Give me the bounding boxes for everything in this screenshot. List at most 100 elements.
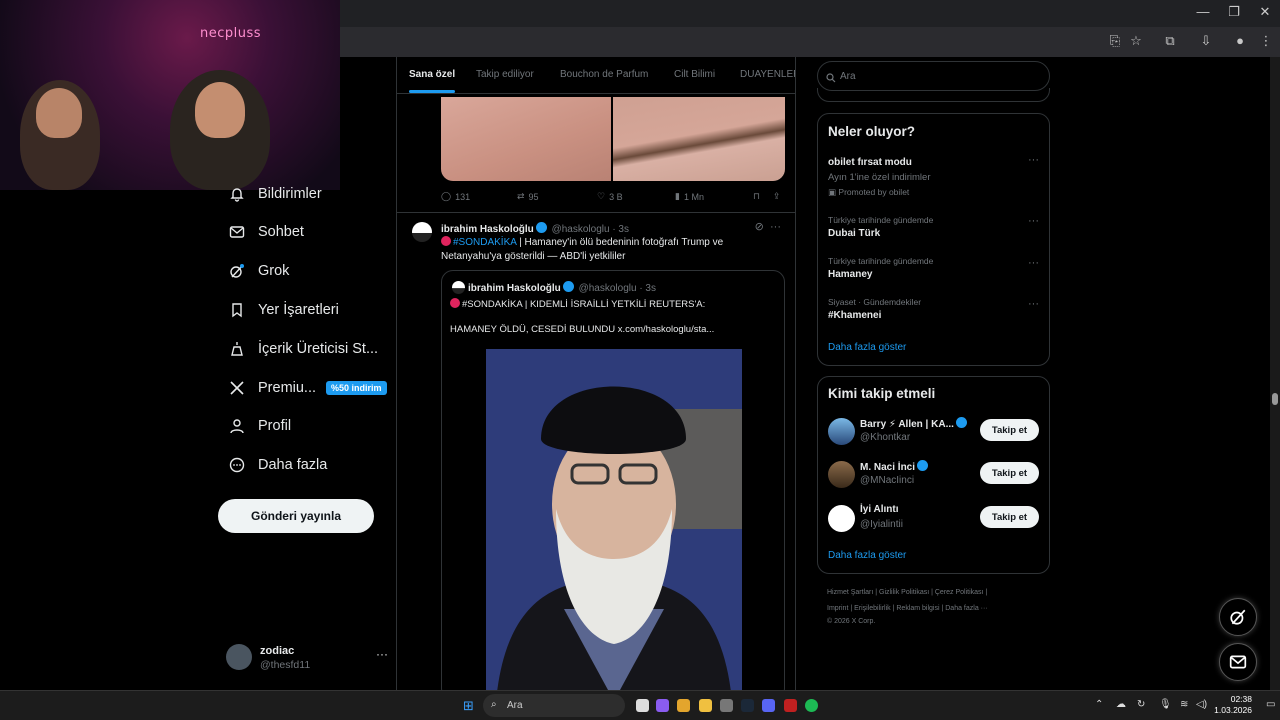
trend-name[interactable]: obilet fırsat modu — [828, 157, 912, 168]
portrait-illustration — [486, 349, 742, 690]
repost-button[interactable]: ⇄ 95 — [517, 191, 539, 202]
close-window-button[interactable]: ✕ — [1250, 4, 1280, 20]
share-icon[interactable]: ⇪ — [773, 191, 781, 202]
restore-button[interactable]: ❐ — [1219, 4, 1249, 20]
tray-chevron-icon[interactable]: ⌃ — [1095, 699, 1103, 710]
windows-start-icon[interactable]: ⊞ — [463, 698, 474, 714]
who-show-more[interactable]: Daha fazla göster — [828, 550, 906, 561]
quote-header: ibrahim Haskoloğlu @haskologlu · 3s — [468, 281, 656, 294]
downloads-icon[interactable]: ⇩ — [1198, 33, 1214, 49]
tab-for-you[interactable]: Sana özel — [409, 69, 455, 80]
minimize-button[interactable]: — — [1188, 4, 1218, 19]
who-name[interactable]: Barry ⚡ Allen | KA... — [860, 417, 969, 430]
follow-button[interactable]: Takip et — [980, 506, 1039, 528]
quote-photo[interactable] — [486, 349, 742, 690]
post-image-2[interactable] — [613, 97, 785, 181]
avatar[interactable] — [828, 461, 855, 488]
nav-bookmarks[interactable]: Yer İşaretleri — [228, 297, 339, 323]
copilot-icon[interactable] — [656, 699, 669, 712]
quoted-tweet[interactable]: ibrahim Haskoloğlu @haskologlu · 3s #SON… — [441, 270, 785, 690]
volume-icon[interactable]: ◁) — [1196, 699, 1207, 710]
trend-name[interactable]: Dubai Türk — [828, 228, 880, 239]
like-button[interactable]: ♡ 3 B — [597, 191, 623, 202]
who-name[interactable]: İyi Alıntı — [860, 504, 899, 515]
trend-name[interactable]: #Khamenei — [828, 310, 881, 321]
avatar[interactable] — [412, 222, 432, 242]
tab-following[interactable]: Takip ediliyor — [476, 69, 534, 80]
footer-links-1[interactable]: Hizmet Şartları | Gizlilik Politikası | … — [827, 585, 1047, 601]
system-clock[interactable]: 02:38 1.03.2026 — [1214, 694, 1252, 716]
views-button[interactable]: ▮ 1 Mn — [675, 191, 704, 202]
tray-sync-icon[interactable]: ↻ — [1137, 699, 1145, 710]
spotify-icon[interactable] — [805, 699, 818, 712]
grok-fab-button[interactable] — [1219, 598, 1257, 636]
discord-icon[interactable] — [762, 699, 775, 712]
promoted-label: Promoted by obilet — [838, 187, 910, 197]
chrome-icon[interactable] — [677, 699, 690, 712]
account-more-icon[interactable]: ··· — [376, 647, 388, 661]
account-switcher[interactable]: zodiac @thesfd11 ··· — [226, 643, 388, 673]
browser-menu-icon[interactable]: ⋮ — [1258, 33, 1274, 49]
hashtag-link[interactable]: #SONDAKİKA — [453, 237, 516, 248]
tab-duayenler[interactable]: DUAYENLER — [740, 69, 795, 80]
nav-label: Yer İşaretleri — [258, 302, 339, 318]
nav-profile[interactable]: Profil — [228, 413, 291, 439]
page-scrollbar[interactable] — [1270, 57, 1280, 690]
tab-cilt-bilimi[interactable]: Cilt Bilimi — [674, 69, 715, 80]
nav-premium[interactable]: Premiu... %50 indirim — [228, 375, 387, 401]
nav-notifications[interactable]: Bildirimler — [228, 181, 322, 207]
verified-badge-icon — [562, 281, 574, 292]
bookmark-icon — [228, 301, 246, 319]
nav-more[interactable]: Daha fazla — [228, 452, 327, 478]
who-name-text: M. Naci İnci — [860, 462, 916, 473]
extensions-icon[interactable]: ⧉ — [1162, 33, 1178, 49]
profile-avatar-icon[interactable]: ● — [1232, 33, 1248, 49]
trends-show-more[interactable]: Daha fazla göster — [828, 342, 906, 353]
notification-icon[interactable]: ▭ — [1266, 699, 1275, 710]
who-name[interactable]: M. Naci İnci — [860, 460, 930, 473]
follow-button[interactable]: Takip et — [980, 419, 1039, 441]
install-app-icon[interactable]: ⎘ — [1107, 33, 1123, 49]
nav-chat[interactable]: Sohbet — [228, 219, 304, 245]
nav-grok[interactable]: Grok — [228, 258, 289, 284]
wifi-icon[interactable]: ≋ — [1180, 699, 1188, 710]
avatar[interactable] — [828, 418, 855, 445]
author-handle[interactable]: @haskologlu — [552, 224, 610, 235]
post-image-1[interactable] — [441, 97, 611, 181]
quote-text: #SONDAKİKA | KIDEMLİ İSRAİLLİ YETKİLİ RE… — [462, 299, 706, 310]
nav-label: Grok — [258, 263, 290, 279]
app-icon[interactable] — [784, 699, 797, 712]
steam-icon[interactable] — [741, 699, 754, 712]
tweet-time[interactable]: · 3s — [612, 224, 629, 235]
grok-explain-icon[interactable]: ⊘ — [755, 221, 764, 233]
task-view-icon[interactable] — [636, 699, 649, 712]
obs-icon[interactable] — [720, 699, 733, 712]
file-explorer-icon[interactable] — [699, 699, 712, 712]
author-name[interactable]: ibrahim Haskoloğlu — [441, 224, 534, 235]
tab-bouchon-de-parfum[interactable]: Bouchon de Parfum — [560, 69, 648, 80]
trend-more-icon[interactable]: ··· — [1028, 257, 1039, 269]
previous-post-images[interactable] — [441, 97, 785, 181]
trend-more-icon[interactable]: ··· — [1028, 154, 1039, 166]
tray-app-icon[interactable]: ☁ — [1116, 699, 1126, 710]
post-button[interactable]: Gönderi yayınla — [218, 499, 374, 533]
tweet-more-icon[interactable]: ··· — [770, 221, 781, 233]
taskbar-search[interactable]: ⌕ Ara — [483, 694, 625, 717]
microphone-icon[interactable]: 🎙 — [1159, 699, 1172, 710]
trend-name[interactable]: Hamaney — [828, 269, 872, 280]
address-bar[interactable] — [340, 31, 1100, 53]
star-icon[interactable]: ☆ — [1128, 33, 1144, 49]
nav-creator-studio[interactable]: İçerik Üreticisi St... — [228, 336, 378, 362]
reply-button[interactable]: ◯ 131 — [441, 191, 470, 202]
heart-icon: ♡ — [597, 191, 606, 201]
follow-button[interactable]: Takip et — [980, 462, 1039, 484]
scrollbar-thumb[interactable] — [1272, 393, 1278, 405]
messages-fab-button[interactable] — [1219, 643, 1257, 681]
search-input[interactable]: Ara — [817, 61, 1050, 91]
avatar[interactable] — [828, 505, 855, 532]
trend-more-icon[interactable]: ··· — [1028, 215, 1039, 227]
trend-more-icon[interactable]: ··· — [1028, 298, 1039, 310]
tweet-header: ibrahim Haskoloğlu @haskologlu · 3s — [441, 222, 629, 235]
bookmark-post-icon[interactable]: ⊓ — [753, 191, 760, 202]
like-count: 3 B — [609, 191, 623, 202]
